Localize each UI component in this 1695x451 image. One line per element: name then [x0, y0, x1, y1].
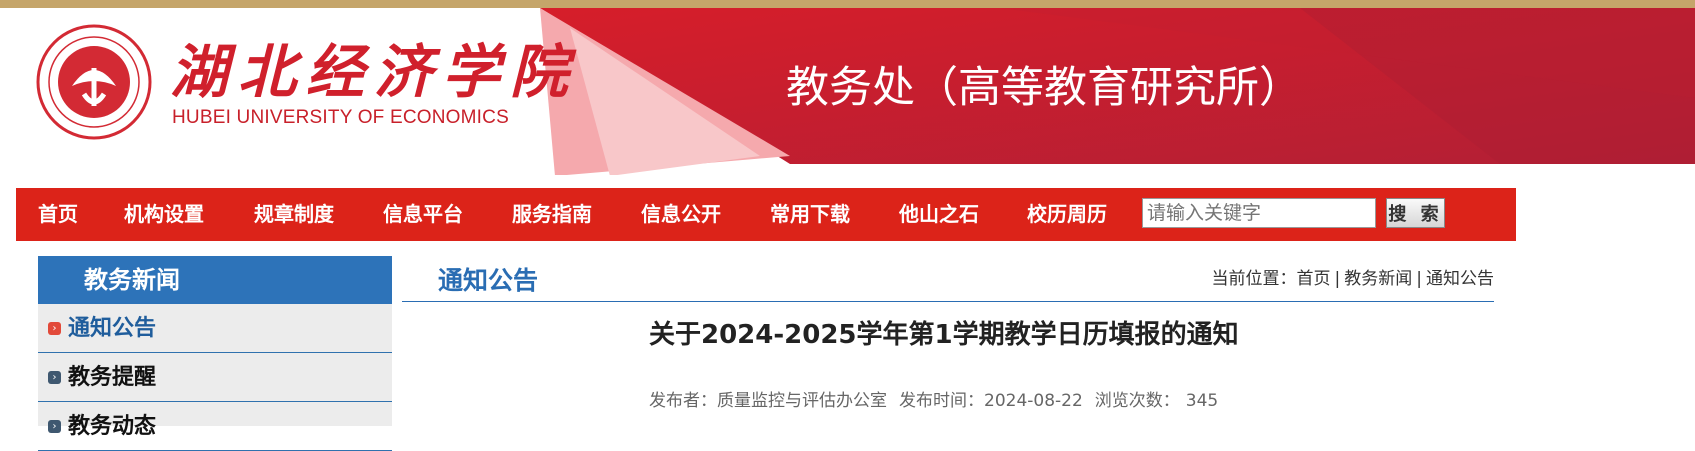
nav-item-references[interactable]: 他山之石 [899, 188, 979, 241]
university-name-cn: 湖北经济学院 [170, 38, 579, 106]
search-input[interactable] [1142, 198, 1376, 228]
sidebar-item-reminders[interactable]: › 教务提醒 [38, 353, 392, 402]
publish-date: 发布时间：2024-08-22 [899, 391, 1083, 411]
sidebar-item-label: 教务动态 [68, 414, 157, 439]
nav-item-downloads[interactable]: 常用下载 [770, 188, 850, 241]
university-name-en: HUBEI UNIVERSITY OF ECONOMICS [172, 107, 509, 128]
article-title: 关于2024-2025学年第1学期教学日历填报的通知 [649, 320, 1239, 350]
breadcrumb-separator: | [1334, 269, 1341, 289]
header-banner: 湖北经济学院 HUBEI UNIVERSITY OF ECONOMICS 教务处… [0, 8, 1695, 175]
publisher: 发布者：质量监控与评估办公室 [649, 391, 887, 411]
breadcrumb: 当前位置：首页 | 教务新闻 | 通知公告 [1212, 264, 1494, 289]
nav-item-home[interactable]: 首页 [38, 188, 78, 241]
nav-item-organization[interactable]: 机构设置 [124, 188, 204, 241]
search-button[interactable]: 搜 索 [1386, 198, 1445, 228]
section-title: 通知公告 [438, 266, 539, 295]
sidebar-item-news[interactable]: › 教务动态 [38, 402, 392, 451]
nav-item-info-platform[interactable]: 信息平台 [383, 188, 463, 241]
sidebar: 教务新闻 › 通知公告 › 教务提醒 › 教务动态 [38, 256, 392, 451]
nav-item-service-guide[interactable]: 服务指南 [512, 188, 592, 241]
site-title: 教务处（高等教育研究所） [786, 63, 1302, 113]
section-divider [402, 301, 1494, 302]
sidebar-heading: 教务新闻 [38, 256, 392, 304]
arrow-right-icon: › [48, 371, 61, 384]
nav-item-calendar[interactable]: 校历周历 [1027, 188, 1107, 241]
nav-item-info-disclosure[interactable]: 信息公开 [641, 188, 721, 241]
arrow-right-icon: › [48, 420, 61, 433]
breadcrumb-prefix: 当前位置： [1211, 269, 1297, 289]
breadcrumb-notices[interactable]: 通知公告 [1426, 269, 1494, 289]
sidebar-item-label: 通知公告 [68, 316, 157, 341]
arrow-right-icon: › [48, 322, 61, 335]
sidebar-item-notices[interactable]: › 通知公告 [38, 304, 392, 353]
views-label: 浏览次数： [1094, 391, 1180, 411]
breadcrumb-separator: | [1416, 269, 1422, 289]
university-seal-logo [36, 24, 152, 140]
sidebar-item-label: 教务提醒 [68, 365, 157, 390]
breadcrumb-news[interactable]: 教务新闻 [1344, 269, 1412, 289]
top-gold-strip [0, 0, 1695, 8]
breadcrumb-home[interactable]: 首页 [1297, 269, 1331, 289]
views-count: 345 [1185, 391, 1219, 411]
nav-item-regulations[interactable]: 规章制度 [254, 188, 334, 241]
article-meta: 发布者：质量监控与评估办公室 发布时间：2024-08-22 浏览次数： 345 [649, 386, 1230, 411]
